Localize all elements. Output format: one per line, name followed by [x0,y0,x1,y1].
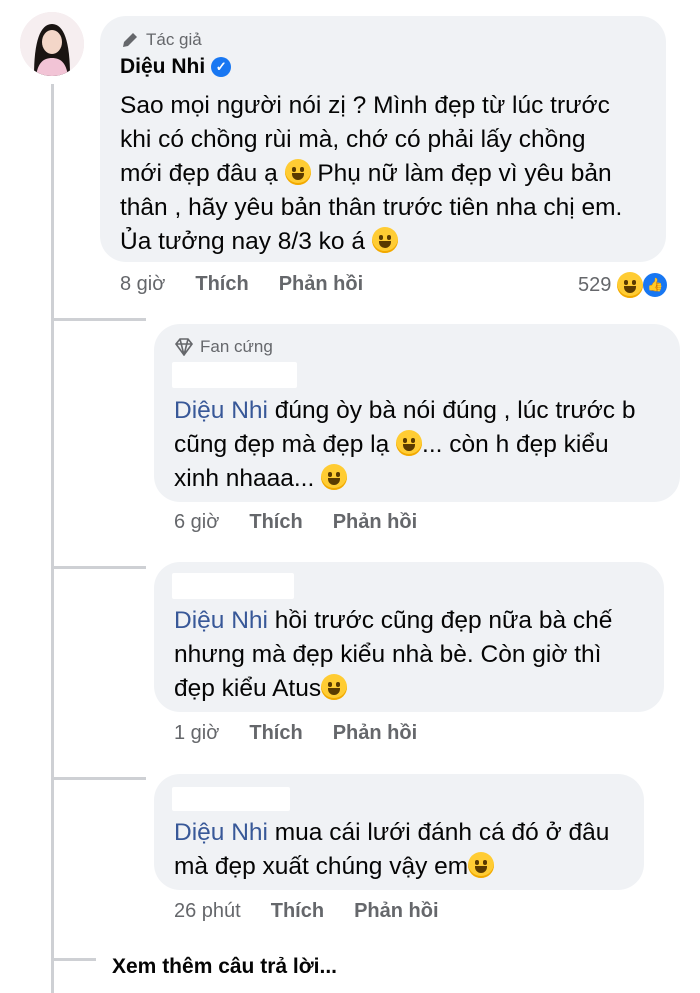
redacted-name [172,362,297,388]
comment-line: thân , hãy yêu bản thân trước tiên nha c… [120,194,623,221]
laughing-emoji [321,674,348,700]
smiling-emoji [468,852,495,878]
reply-meta: 6 giờ Thích Phản hồi [174,511,417,534]
reply-button[interactable]: Phản hồi [279,273,363,296]
mention-link[interactable]: Diệu Nhi [174,607,268,634]
like-button[interactable]: Thích [271,900,324,923]
avatar[interactable] [20,12,84,76]
reply-time[interactable]: 26 phút [174,900,241,923]
comment-line: khi có chồng rùi mà, chớ có phải lấy chồ… [120,126,586,153]
reply-fragment: ... còn h đẹp kiểu [422,431,609,458]
like-reaction-icon: 👍 [641,271,670,299]
thread-line-vertical [51,84,54,993]
mention-link[interactable]: Diệu Nhi [174,397,268,424]
reply-text: Diệu Nhi đúng òy bà nói đúng , lúc trước… [174,394,674,496]
comment-line: Sao mọi người nói zị ? Mình đẹp từ lúc t… [120,92,610,119]
reply-line: mà đẹp xuất chúng vậy em [174,850,644,884]
fan-badge: Fan cứng [174,337,273,357]
mention-link[interactable]: Diệu Nhi [174,819,268,846]
view-more-replies-link[interactable]: Xem thêm câu trả lời... [112,955,337,979]
redacted-name [172,787,290,811]
comment-fragment: Phụ nữ làm đẹp vì yêu bản [310,160,612,187]
reaction-summary[interactable]: 529 👍 [578,271,670,299]
comment-fragment: mới đẹp đâu ạ [120,160,278,187]
reply-button[interactable]: Phản hồi [333,511,417,534]
reply-button[interactable]: Phản hồi [333,722,417,745]
laughing-emoji [617,272,644,298]
reply-fragment: đúng òy bà nói đúng , lúc trước b [267,397,636,424]
reply-button[interactable]: Phản hồi [354,900,438,923]
comment-time[interactable]: 8 giờ [120,273,165,296]
rofl-emoji [321,464,348,490]
reply-fragment: hồi trước cũng đẹp nữa bà chế [267,607,613,634]
badge-label: Fan cứng [200,337,273,356]
reply-line: xinh nhaaa... [174,462,674,496]
reaction-count: 529 [578,273,612,296]
diamond-icon [174,338,194,356]
thread-connector [51,777,146,780]
reply-text: Diệu Nhi mua cái lưới đánh cá đó ở đâu m… [174,816,644,884]
like-button[interactable]: Thích [195,273,248,296]
comment-line: Ủa tưởng nay 8/3 ko á [120,225,660,259]
reply-time[interactable]: 6 giờ [174,511,219,534]
reply-line: nhưng mà đẹp kiểu nhà bè. Còn giờ thì [174,641,602,668]
reply-fragment: mua cái lưới đánh cá đó ở đâu [267,819,610,846]
reply-line: cũng đẹp mà đẹp lạ ... còn h đẹp kiểu [174,428,674,462]
author-name-text[interactable]: Diệu Nhi [120,55,205,79]
verified-icon: ✓ [211,57,232,77]
like-button[interactable]: Thích [249,511,302,534]
redacted-name [172,573,294,599]
author-badge: Tác giả [120,30,202,50]
reply-line: Diệu Nhi hồi trước cũng đẹp nữa bà chế [174,604,664,638]
avatar-image [20,12,84,76]
author-name[interactable]: Diệu Nhi ✓ [120,55,232,79]
comment-line: mới đẹp đâu ạ Phụ nữ làm đẹp vì yêu bản [120,157,660,191]
reply-meta: 1 giờ Thích Phản hồi [174,722,417,745]
badge-label: Tác giả [146,30,202,49]
reply-line: Diệu Nhi đúng òy bà nói đúng , lúc trước… [174,394,674,428]
grinning-sweat-emoji [396,430,423,456]
pencil-icon [123,33,137,47]
comment-meta: 8 giờ Thích Phản hồi [120,273,363,296]
crying-emoji [284,159,311,185]
laughing-emoji [371,227,398,253]
reply-line: đẹp kiểu Atus [174,672,664,706]
comment-text: Sao mọi người nói zị ? Mình đẹp từ lúc t… [120,89,660,259]
reply-fragment: đẹp kiểu Atus [174,675,322,702]
thread-connector [51,566,146,569]
reply-fragment: mà đẹp xuất chúng vậy em [174,853,469,880]
reply-line: Diệu Nhi mua cái lưới đánh cá đó ở đâu [174,816,644,850]
like-button[interactable]: Thích [249,722,302,745]
thread-connector [51,318,146,321]
thread-connector [51,958,96,961]
reply-fragment: xinh nhaaa... [174,465,315,492]
reply-meta: 26 phút Thích Phản hồi [174,900,439,923]
reply-fragment: cũng đẹp mà đẹp lạ [174,431,390,458]
reply-time[interactable]: 1 giờ [174,722,219,745]
comment-fragment: Ủa tưởng nay 8/3 ko á [120,228,365,255]
reply-text: Diệu Nhi hồi trước cũng đẹp nữa bà chế n… [174,604,664,706]
